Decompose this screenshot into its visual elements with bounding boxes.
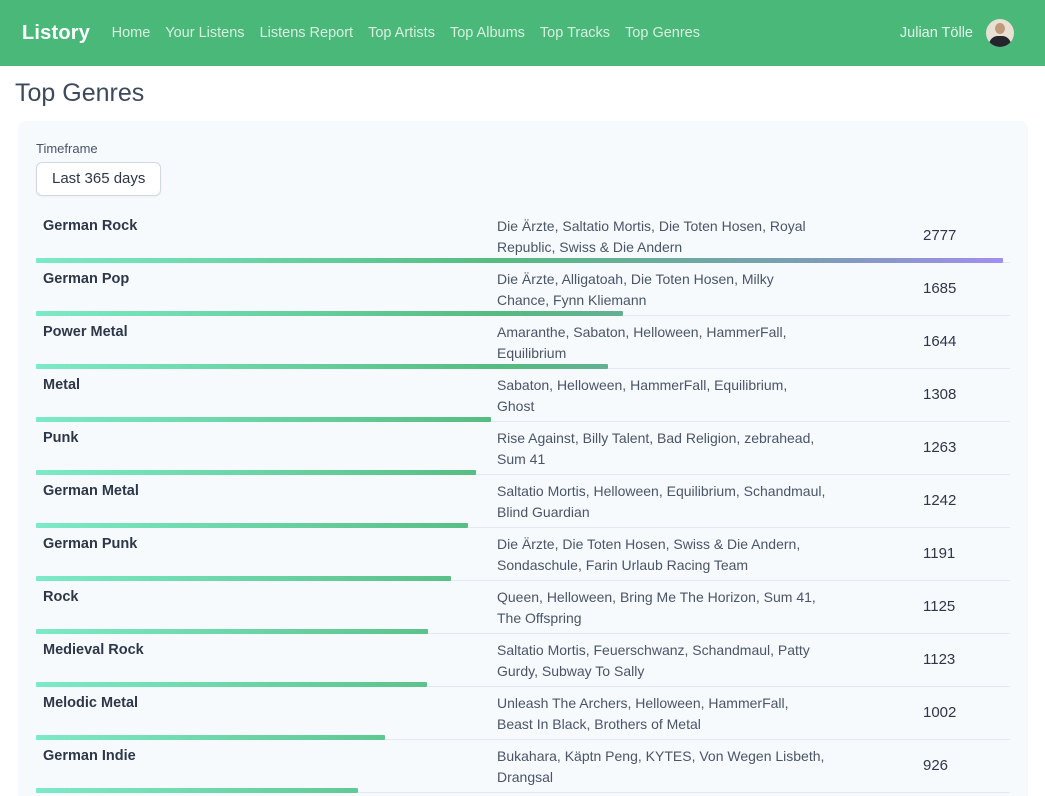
genre-row: Medieval Rock Saltatio Mortis, Feuerschw… (36, 634, 1010, 687)
genre-count: 1263 (923, 439, 1010, 460)
genre-artists: Rise Against, Billy Talent, Bad Religion… (497, 428, 827, 470)
page-title: Top Genres (15, 79, 1045, 108)
avatar-body-shape (989, 36, 1011, 47)
genre-artists: Queen, Helloween, Bring Me The Horizon, … (497, 587, 827, 629)
genre-name: German Rock (36, 216, 497, 237)
user-name[interactable]: Julian Tölle (900, 25, 973, 41)
genre-name: German Punk (36, 534, 497, 555)
genre-artists: Die Ärzte, Saltatio Mortis, Die Toten Ho… (497, 216, 827, 258)
genre-count: 1242 (923, 492, 1010, 513)
genre-row: German Indie Bukahara, Käptn Peng, KYTES… (36, 740, 1010, 793)
genre-count: 1685 (923, 280, 1010, 301)
genre-artists: Bukahara, Käptn Peng, KYTES, Von Wegen L… (497, 746, 827, 788)
navbar: Listory Home Your Listens Listens Report… (0, 0, 1045, 66)
top-genres-card: Timeframe Last 365 days German Rock Die … (18, 121, 1028, 796)
genre-count: 2777 (923, 227, 1010, 248)
genre-count: 1123 (923, 651, 1010, 672)
user-avatar[interactable] (986, 19, 1014, 47)
nav-link-top-genres[interactable]: Top Genres (618, 19, 708, 47)
genre-row: Melodic Metal Unleash The Archers, Hello… (36, 687, 1010, 740)
genre-count: 1644 (923, 333, 1010, 354)
genre-artists: Saltatio Mortis, Helloween, Equilibrium,… (497, 481, 827, 523)
genre-name: German Pop (36, 269, 497, 290)
nav-link-top-tracks[interactable]: Top Tracks (532, 19, 617, 47)
timeframe-select[interactable]: Last 365 days (36, 162, 161, 196)
genre-row: Metal Sabaton, Helloween, HammerFall, Eq… (36, 369, 1010, 422)
genre-row: German Punk Die Ärzte, Die Toten Hosen, … (36, 528, 1010, 581)
genre-row: Punk Rise Against, Billy Talent, Bad Rel… (36, 422, 1010, 475)
genre-artists: Die Ärzte, Alligatoah, Die Toten Hosen, … (497, 269, 827, 311)
genre-name: Power Metal (36, 322, 497, 343)
genre-name: German Metal (36, 481, 497, 502)
genre-bar-track (36, 788, 1003, 793)
genre-name: Melodic Metal (36, 693, 497, 714)
genre-name: Metal (36, 375, 497, 396)
nav-link-top-albums[interactable]: Top Albums (442, 19, 532, 47)
genre-count: 926 (923, 757, 1010, 778)
genre-count: 1191 (923, 545, 1010, 566)
genre-list: German Rock Die Ärzte, Saltatio Mortis, … (36, 210, 1010, 793)
genre-row: Rock Queen, Helloween, Bring Me The Hori… (36, 581, 1010, 634)
nav-link-your-listens[interactable]: Your Listens (158, 19, 252, 47)
genre-row: German Metal Saltatio Mortis, Helloween,… (36, 475, 1010, 528)
genre-artists: Die Ärzte, Die Toten Hosen, Swiss & Die … (497, 534, 827, 576)
nav-link-home[interactable]: Home (104, 19, 158, 47)
app-logo[interactable]: Listory (22, 22, 90, 45)
genre-row: German Pop Die Ärzte, Alligatoah, Die To… (36, 263, 1010, 316)
genre-artists: Amaranthe, Sabaton, Helloween, HammerFal… (497, 322, 827, 364)
genre-artists: Sabaton, Helloween, HammerFall, Equilibr… (497, 375, 827, 417)
genre-bar (36, 788, 358, 793)
timeframe-label: Timeframe (36, 141, 1010, 156)
nav-link-listens-report[interactable]: Listens Report (252, 19, 361, 47)
genre-count: 1002 (923, 704, 1010, 725)
genre-row: Power Metal Amaranthe, Sabaton, Hellowee… (36, 316, 1010, 369)
avatar-head-shape (995, 23, 1005, 34)
genre-count: 1308 (923, 386, 1010, 407)
genre-count: 1125 (923, 598, 1010, 619)
genre-name: Rock (36, 587, 497, 608)
genre-name: Medieval Rock (36, 640, 497, 661)
genre-name: German Indie (36, 746, 497, 767)
nav-links: Home Your Listens Listens Report Top Art… (104, 19, 707, 47)
genre-row: German Rock Die Ärzte, Saltatio Mortis, … (36, 210, 1010, 263)
nav-link-top-artists[interactable]: Top Artists (361, 19, 443, 47)
genre-name: Punk (36, 428, 497, 449)
genre-artists: Saltatio Mortis, Feuerschwanz, Schandmau… (497, 640, 827, 682)
genre-artists: Unleash The Archers, Helloween, HammerFa… (497, 693, 827, 735)
main-content: Top Genres Timeframe Last 365 days Germa… (0, 79, 1045, 796)
